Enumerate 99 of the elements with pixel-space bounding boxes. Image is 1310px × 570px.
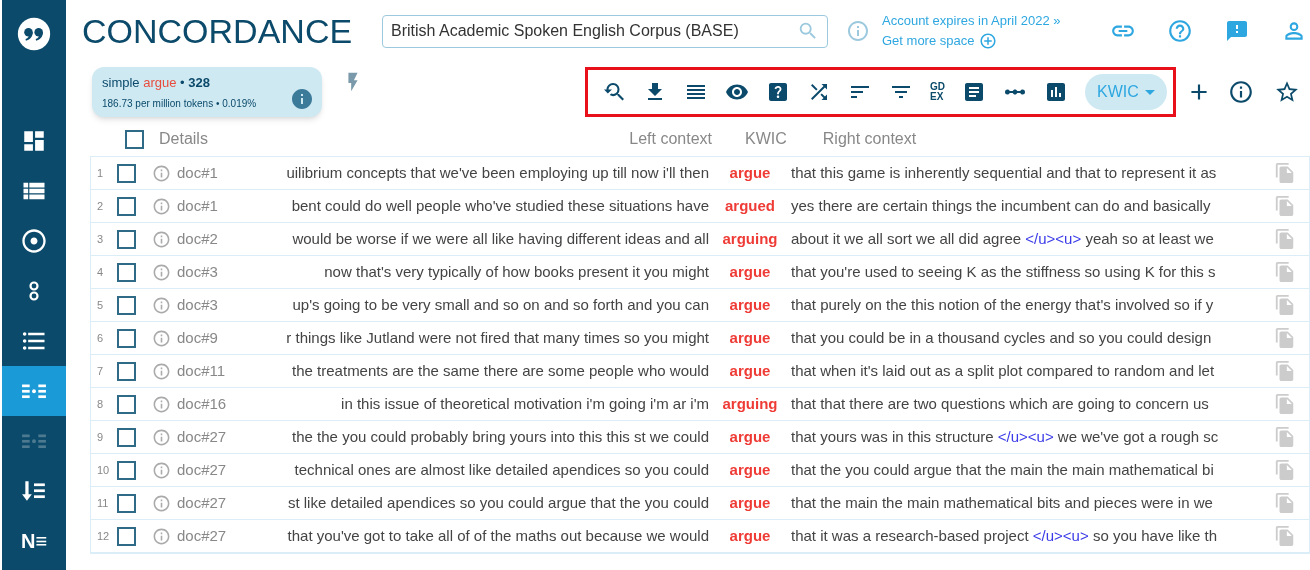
right-context: that the you could argue that the main the main mathematical bi — [791, 459, 1215, 480]
left-context: technical ones are almost like detailed apendices so you could — [293, 459, 709, 480]
dashboard-icon — [21, 128, 47, 154]
right-context: about it we all sort we all did agree </u><u> yeah so at least we — [791, 228, 1215, 249]
row-number: 1 — [96, 165, 105, 181]
page-title: CONCORDANCE — [82, 14, 354, 48]
right-context: that that there are two questions which are going to concern us — [791, 393, 1210, 414]
query-label: simple argue • 328 — [102, 73, 211, 92]
kwic-word: argued — [724, 195, 776, 216]
right-context: that it was a research-based project </u><u> so you have like th — [791, 525, 1219, 546]
kwic-word: argue — [728, 360, 772, 381]
doc-link[interactable]: doc#16 — [177, 392, 239, 416]
row-checkbox[interactable] — [117, 295, 136, 315]
row-checkbox[interactable] — [117, 394, 136, 414]
doc-link[interactable]: doc#3 — [177, 293, 239, 317]
left-context: in this issue of theoretical motivation i'm going i'm ar i'm — [340, 393, 709, 414]
column-header: Details — [159, 129, 209, 149]
view-dropdown[interactable]: KWIC — [1085, 74, 1167, 110]
kwic-word: argue — [728, 162, 772, 183]
row-number: 4 — [96, 264, 105, 280]
quote-logo-icon — [17, 17, 51, 51]
select-all-checkbox[interactable] — [125, 129, 144, 149]
row-checkbox[interactable] — [117, 361, 136, 381]
help-icon[interactable] — [1167, 18, 1193, 44]
kwic-word: argue — [728, 426, 772, 447]
right-context: that when it's laid out as a split plot compared to random and let — [791, 360, 1216, 381]
corpus-search-field[interactable]: British Academic Spoken English Corpus (BASE) — [382, 14, 828, 48]
right-context: that you're used to seeing K as the stiffness so using K for this s — [791, 261, 1217, 282]
doc-link[interactable]: doc#2 — [177, 227, 239, 251]
right-context: yes there are certain things the incumbent can do and basically — [791, 195, 1212, 216]
row-checkbox[interactable] — [117, 460, 136, 480]
row-number: 9 — [96, 429, 105, 445]
left-context: uilibrium concepts that we've been employing up till now i'll then — [285, 162, 709, 183]
frequency-stats: 186.73 per million tokens • 0.019% — [102, 97, 258, 112]
row-number: 12 — [96, 528, 111, 544]
left-context: the the you could probably bring yours into this this st we could — [291, 426, 709, 447]
row-checkbox[interactable] — [117, 493, 136, 513]
left-context: bent could do well people who've studied these situations have — [290, 195, 709, 216]
more-space-link[interactable]: Get more space — [882, 31, 975, 51]
ngram-label: N≡ — [20, 529, 48, 554]
bar-chart-icon[interactable] — [1044, 80, 1068, 104]
column-header: KWIC — [745, 129, 787, 149]
doc-link[interactable]: doc#1 — [177, 194, 239, 218]
caret-icon — [1144, 89, 1155, 95]
row-checkbox[interactable] — [117, 427, 136, 447]
left-context: r things like Jutland were not fired that many times so you might — [285, 327, 709, 348]
right-context: that you could be in a thousand cycles and so you could design — [791, 327, 1213, 348]
doc-link[interactable]: doc#27 — [177, 425, 239, 449]
account-expiry-link[interactable]: Account expires in April 2022 » — [882, 11, 1102, 31]
row-checkbox[interactable] — [117, 229, 136, 249]
row-number: 11 — [96, 495, 110, 511]
kwic-word: argue — [728, 525, 772, 546]
left-context: would be worse if we were all like having different ideas and all — [291, 228, 709, 249]
right-context: that yours was in this structure </u><u> we we've got a rough sc — [791, 426, 1220, 447]
doc-link[interactable]: doc#27 — [177, 491, 239, 515]
row-number: 3 — [96, 231, 105, 247]
right-context: that purely on the this notion of the energy that's involved so if y — [791, 294, 1215, 315]
doc-link[interactable]: doc#9 — [177, 326, 239, 350]
sidebar-item[interactable]: N≡ — [2, 516, 66, 566]
row-number: 10 — [96, 462, 111, 478]
feedback-icon[interactable] — [1225, 19, 1249, 43]
kwic-word: arguing — [721, 228, 779, 249]
kwic-word: arguing — [721, 393, 779, 414]
row-number: 6 — [96, 330, 105, 346]
left-context: up's going to be very small and so on and so forth and you can — [291, 294, 709, 315]
row-checkbox[interactable] — [117, 196, 136, 216]
column-header: Left context — [628, 129, 712, 149]
kwic-word: argue — [728, 327, 772, 348]
left-context: the treatments are the same there are some people who would — [291, 360, 709, 381]
left-context: st like detailed apendices so you could argue that the you could — [286, 492, 709, 513]
kwic-word: argue — [728, 459, 772, 480]
right-context: that the main the main mathematical bits and pieces were in we — [791, 492, 1214, 513]
left-context: that you've got to take all of of the maths out because we would — [286, 525, 709, 546]
row-number: 8 — [96, 396, 105, 412]
question-cube-icon[interactable] — [766, 80, 790, 104]
left-context: now that's very typically of how books present it you might — [323, 261, 709, 282]
kwic-word: argue — [728, 294, 772, 315]
right-context: that this game is inherently sequential and that to represent it as — [791, 162, 1218, 183]
info-icon[interactable] — [1227, 79, 1254, 105]
search-icon — [797, 20, 819, 42]
doc-link[interactable]: doc#27 — [177, 458, 239, 482]
row-number: 2 — [96, 198, 105, 214]
doc-link[interactable]: doc#11 — [177, 359, 239, 383]
row-number: 5 — [96, 297, 105, 313]
kwic-word: argue — [728, 492, 772, 513]
doc-link[interactable]: doc#1 — [177, 161, 239, 185]
target-icon — [20, 227, 48, 255]
corpus-name: British Academic Spoken English Corpus (BASE) — [391, 21, 740, 41]
document-icon[interactable] — [962, 80, 986, 104]
kwic-word: argue — [728, 261, 772, 282]
row-checkbox[interactable] — [117, 262, 136, 282]
column-header: Right context — [822, 129, 917, 149]
gdex-button[interactable]: GD EX — [930, 82, 945, 102]
row-checkbox[interactable] — [117, 163, 136, 183]
row-checkbox[interactable] — [117, 526, 136, 546]
doc-link[interactable]: doc#27 — [177, 524, 239, 548]
doc-link[interactable]: doc#3 — [177, 260, 239, 284]
row-checkbox[interactable] — [117, 328, 136, 348]
row-number: 7 — [96, 363, 105, 379]
